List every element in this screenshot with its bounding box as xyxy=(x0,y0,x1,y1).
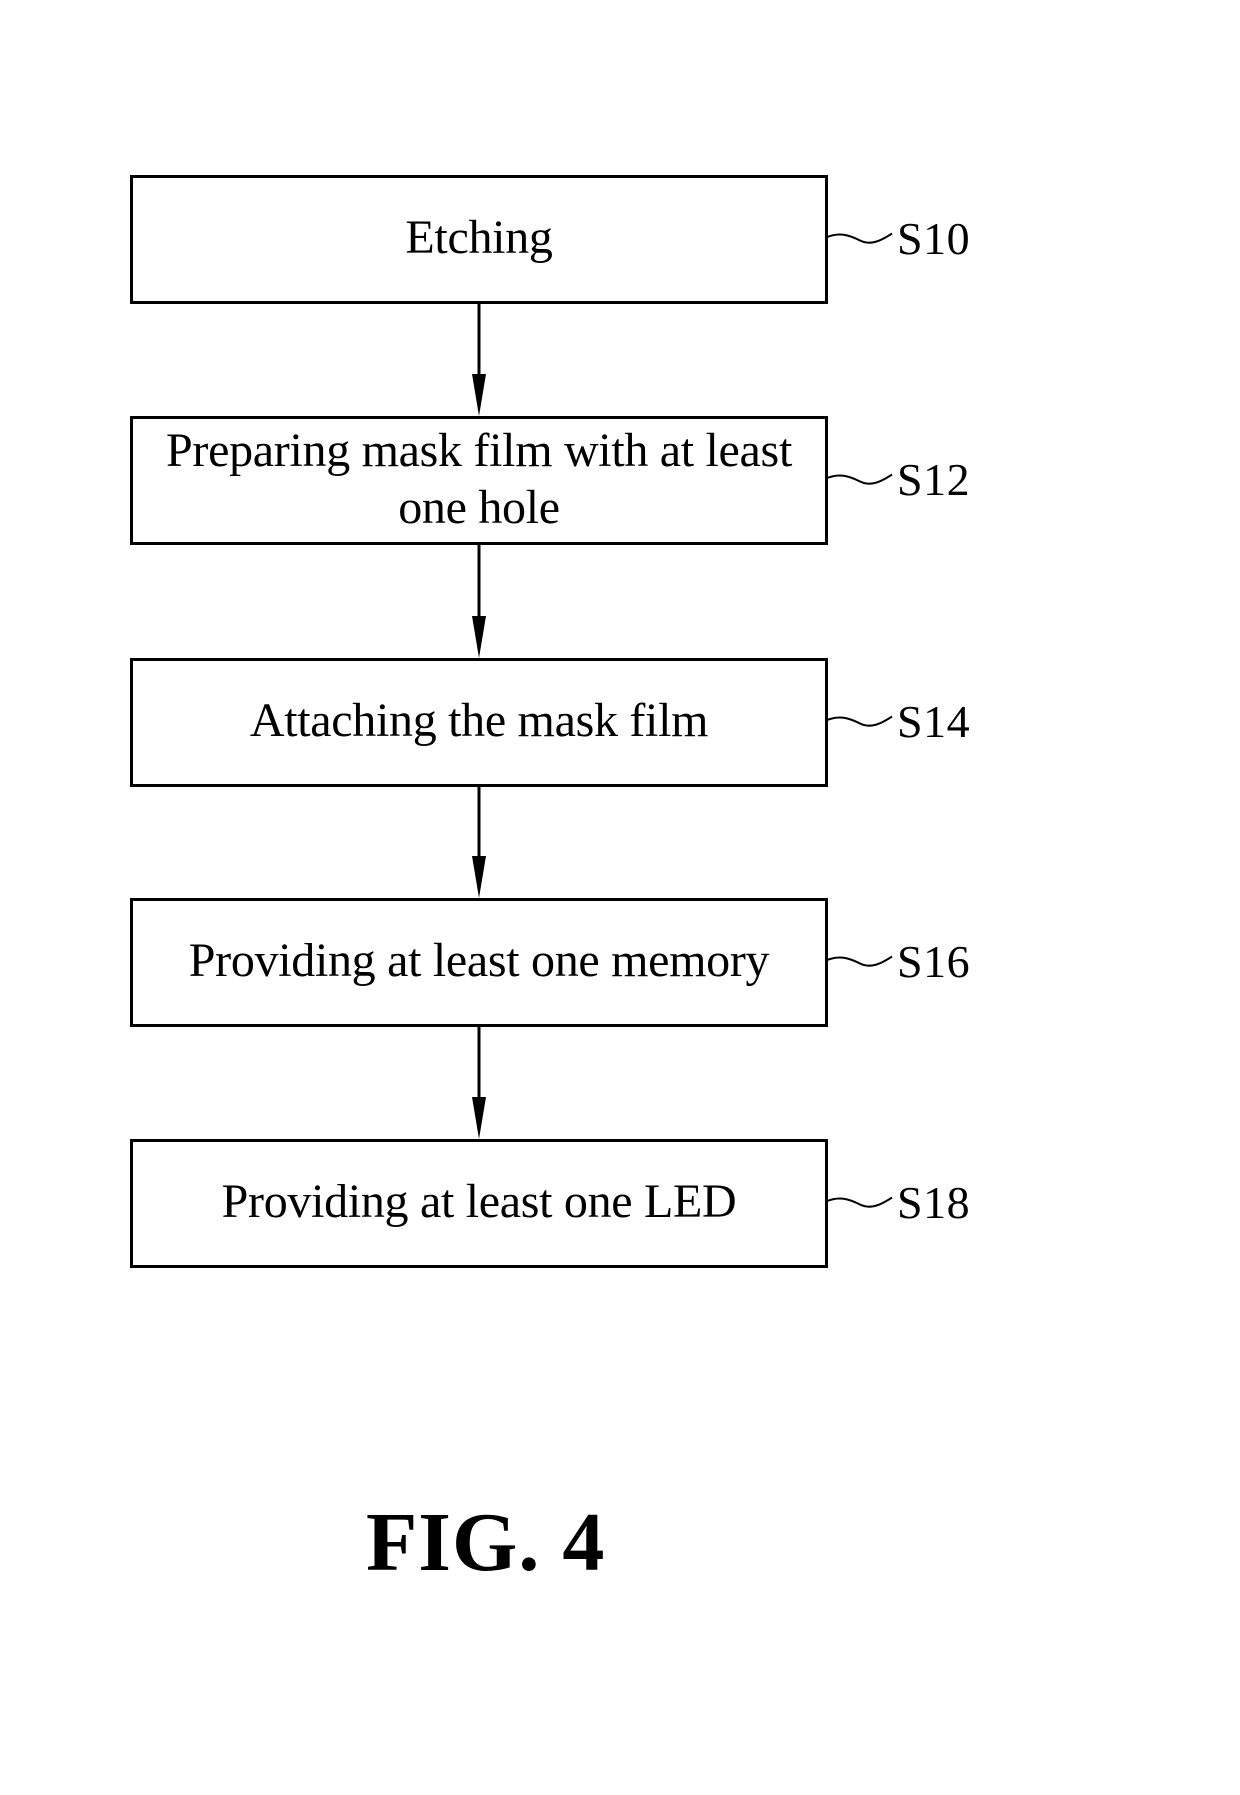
arrow-s12-to-s14 xyxy=(472,545,486,658)
step-text-s18: Providing at least one LED xyxy=(221,1175,737,1228)
step-box-s10: Etching xyxy=(130,175,828,304)
leader-line-s12 xyxy=(825,473,893,485)
step-box-s18: Providing at least one LED xyxy=(130,1139,828,1268)
arrow-head-icon xyxy=(472,374,486,416)
leader-line-s10 xyxy=(825,232,893,244)
step-text-s16: Providing at least one memory xyxy=(188,934,770,987)
step-text-s10: Etching xyxy=(405,211,553,264)
step-label-s10: S10 xyxy=(897,213,971,264)
step-box-s14: Attaching the mask film xyxy=(130,658,828,787)
step-box-s12: Preparing mask film with at least one ho… xyxy=(130,416,828,545)
leader-line-s18 xyxy=(825,1196,893,1208)
arrow-head-icon xyxy=(472,856,486,898)
figure-caption: FIG. 4 xyxy=(366,1496,606,1589)
step-label-s12: S12 xyxy=(897,454,971,505)
leader-line-s16 xyxy=(825,955,893,967)
arrow-head-icon xyxy=(472,1097,486,1139)
arrow-head-icon xyxy=(472,616,486,658)
arrow-s14-to-s16 xyxy=(472,787,486,898)
leader-line-s14 xyxy=(825,715,893,727)
arrow-s16-to-s18 xyxy=(472,1027,486,1139)
step-label-s16: S16 xyxy=(897,936,971,987)
step-label-s18: S18 xyxy=(897,1177,971,1228)
step-text-s12: Preparing mask film with at least one ho… xyxy=(166,423,792,534)
step-box-s16: Providing at least one memory xyxy=(130,898,828,1027)
step-label-s14: S14 xyxy=(897,696,971,747)
flowchart-diagram: Etching S10 Preparing mask film with at … xyxy=(0,0,1240,1795)
arrow-s10-to-s12 xyxy=(472,304,486,416)
step-text-s14: Attaching the mask film xyxy=(249,694,709,747)
